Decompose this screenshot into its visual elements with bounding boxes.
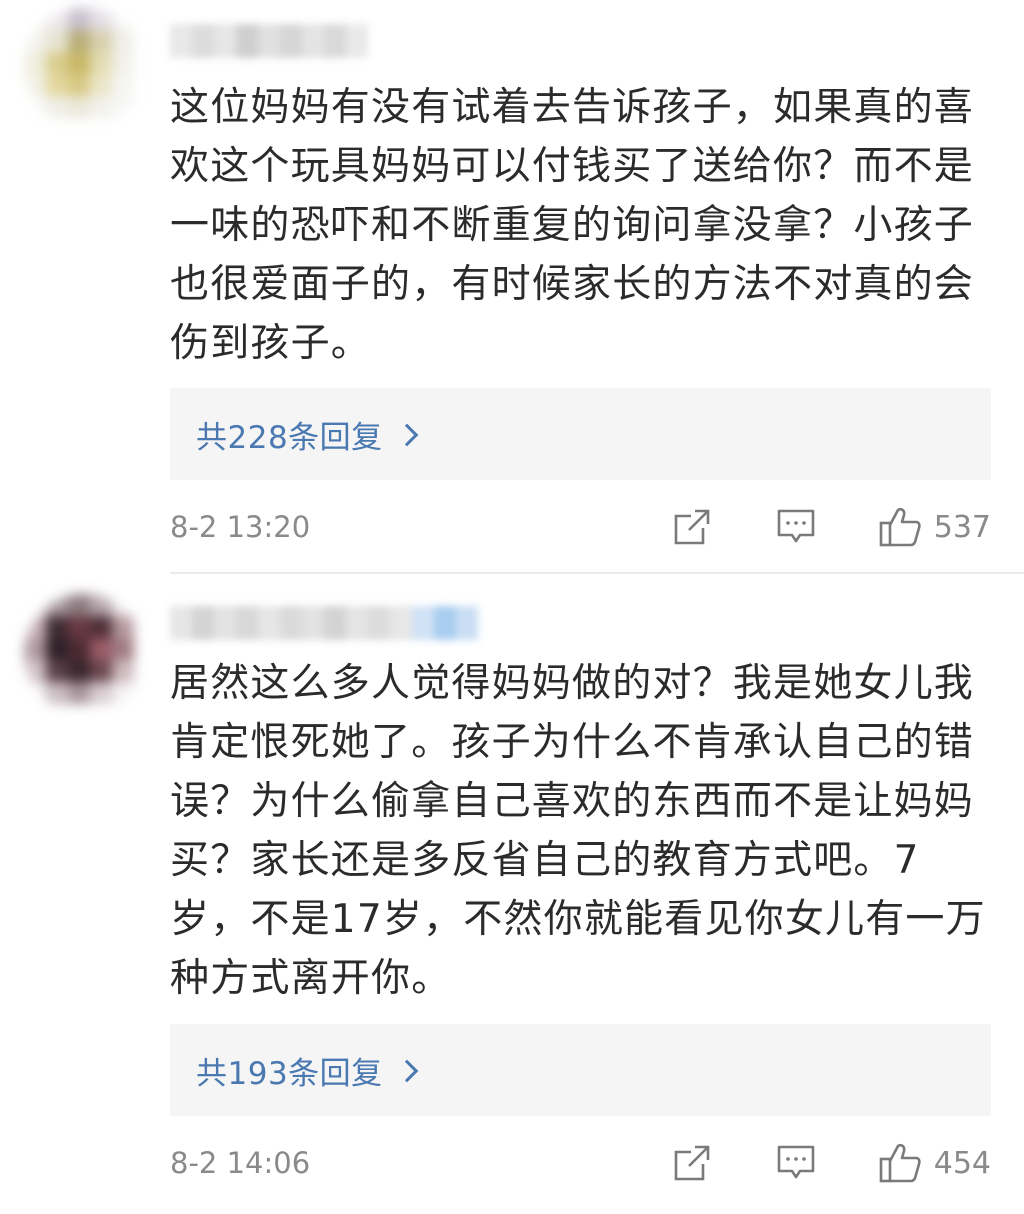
thumbs-up-icon (879, 507, 921, 547)
comment-meta-bar: 8-2 14:06 454 (170, 1138, 991, 1188)
comment-item: 居然这么多人觉得妈妈做的对？我是她女儿我肯定恨死她了。孩子为什么不肯承认自己的错… (0, 572, 1024, 1214)
chevron-right-icon (395, 423, 418, 447)
share-button[interactable] (670, 1141, 714, 1185)
comment-icon (777, 1145, 815, 1179)
like-button[interactable]: 537 (878, 506, 991, 548)
comment-meta-bar: 8-2 13:20 537 (170, 502, 991, 552)
share-icon (674, 509, 710, 545)
view-replies-button[interactable]: 共228条回复 (170, 388, 991, 480)
share-button[interactable] (670, 505, 714, 549)
comment-text: 居然这么多人觉得妈妈做的对？我是她女儿我肯定恨死她了。孩子为什么不肯承认自己的错… (170, 661, 986, 1001)
share-icon (674, 1145, 710, 1181)
avatar[interactable] (24, 594, 144, 714)
comment-text: 这位妈妈有没有试着去告诉孩子，如果真的喜欢这个玩具妈妈可以付钱买了送给你？而不是… (170, 85, 975, 366)
avatar[interactable] (24, 8, 144, 128)
timestamp: 8-2 13:20 (170, 510, 311, 544)
comment-icon (777, 509, 815, 543)
like-button[interactable]: 454 (878, 1142, 991, 1184)
replies-count-label: 共228条回复 (196, 419, 383, 456)
like-count: 537 (933, 509, 991, 545)
username[interactable] (170, 606, 480, 640)
view-replies-button[interactable]: 共193条回复 (170, 1024, 991, 1116)
chevron-right-icon (395, 1059, 418, 1083)
comment-button[interactable] (774, 1141, 818, 1185)
like-count: 454 (933, 1145, 991, 1181)
timestamp: 8-2 14:06 (170, 1146, 311, 1180)
thumbs-up-icon (879, 1143, 921, 1183)
replies-count-label: 共193条回复 (196, 1055, 383, 1092)
comment-item: 这位妈妈有没有试着去告诉孩子，如果真的喜欢这个玩具妈妈可以付钱买了送给你？而不是… (0, 0, 1024, 572)
username[interactable] (170, 24, 376, 58)
comment-button[interactable] (774, 505, 818, 549)
